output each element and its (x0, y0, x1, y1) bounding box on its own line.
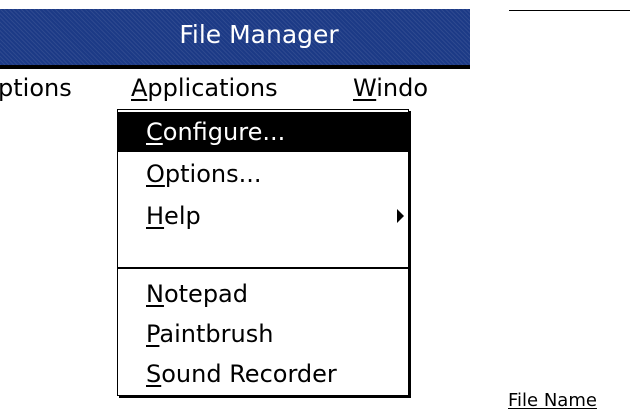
chevron-right-icon (397, 209, 404, 223)
applications-dropdown: Configure... Options... Help Notepad Pai… (117, 109, 409, 396)
window-title: File Manager (179, 19, 339, 49)
menu-item-sound-recorder[interactable]: Sound Recorder (118, 354, 408, 394)
menu-window[interactable]: Windo (353, 69, 428, 109)
divider (509, 10, 630, 11)
menu-separator (118, 267, 408, 269)
menu-item-configure[interactable]: Configure... (118, 112, 408, 152)
menu-options[interactable]: ptions (0, 69, 72, 109)
menu-item-options[interactable]: Options... (118, 154, 408, 194)
menu-applications[interactable]: Applications (117, 69, 324, 109)
menu-item-help[interactable]: Help (118, 196, 408, 236)
menu-item-notepad[interactable]: Notepad (118, 274, 408, 314)
menu-item-paintbrush[interactable]: Paintbrush (118, 314, 408, 354)
file-name-column-header[interactable]: File Name (508, 390, 597, 412)
title-bar[interactable]: File Manager (0, 9, 470, 65)
menu-bar: ptions Applications Windo (0, 69, 470, 109)
